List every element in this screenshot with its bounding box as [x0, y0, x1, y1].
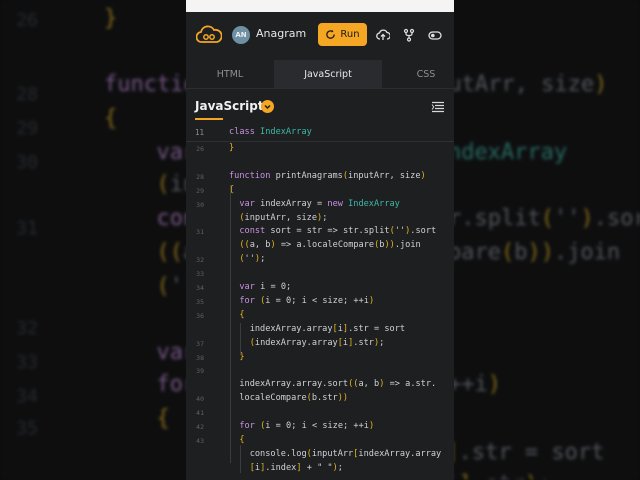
- background-code-line: }: [104, 6, 118, 31]
- tab-javascript[interactable]: JavaScript: [274, 60, 382, 88]
- run-button[interactable]: Run: [318, 23, 367, 46]
- background-code-line: {: [156, 406, 170, 431]
- code-line: indexArray.array[i].str = sort: [249, 323, 406, 334]
- indent-guide: [240, 323, 241, 355]
- line-number: 39: [196, 367, 204, 376]
- line-number: 38: [196, 353, 204, 362]
- editor-tabs: HTML JavaScript CSS: [186, 60, 454, 89]
- code-line: }: [239, 351, 245, 362]
- line-number: 34: [196, 284, 204, 292]
- line-number: 35: [196, 297, 204, 306]
- code-line: {: [239, 309, 245, 320]
- code-line: var i = 0;: [239, 282, 292, 292]
- line-number: 41: [196, 409, 204, 418]
- tab-html[interactable]: HTML: [186, 60, 274, 88]
- language-bar: JavaScript: [186, 89, 454, 123]
- background-line-number: 34: [16, 386, 38, 407]
- background-line-number: 29: [16, 118, 38, 139]
- background-code-line: {: [104, 106, 118, 131]
- line-number: 26: [196, 145, 204, 153]
- run-label: Run: [340, 29, 360, 40]
- language-title: JavaScript: [195, 99, 264, 113]
- phone-screen: AN Anagram Run HTML JavaScript CSS JavaS…: [186, 0, 454, 480]
- language-dropdown[interactable]: [261, 100, 274, 113]
- project-name[interactable]: Anagram: [256, 27, 306, 40]
- line-number: 40: [196, 395, 204, 404]
- code-line: indexArray.array.sort((a, b) => a.str.: [239, 379, 437, 390]
- line-number: 42: [196, 423, 204, 431]
- codepen-cloud-logo-icon[interactable]: [196, 25, 222, 45]
- background-line-number: 33: [16, 352, 38, 373]
- code-editor[interactable]: 26} 28 function printAnagrams(inputArr, si…: [186, 123, 454, 480]
- app-header: AN Anagram Run: [186, 12, 454, 60]
- code-line: (inputArr, size);: [239, 212, 328, 223]
- code-line: ('');: [239, 254, 266, 265]
- line-number: 32: [196, 256, 204, 265]
- sticky-code: class IndexArray: [229, 127, 312, 137]
- line-number: 31: [196, 228, 204, 237]
- line-number: 36: [196, 311, 204, 320]
- sticky-scroll-header: 11 class IndexArray: [186, 123, 454, 142]
- code-line: localeCompare(b.str)): [239, 393, 349, 404]
- indent-guide: [240, 445, 241, 473]
- background-line-number: 31: [16, 218, 38, 239]
- background-line-number: 32: [16, 318, 38, 339]
- indent-guide: [230, 185, 231, 463]
- line-number: 33: [196, 270, 204, 279]
- toggle-icon[interactable]: [428, 28, 442, 42]
- chevron-down-icon: [264, 104, 271, 110]
- code-line: console.log(inputArr[indexArray.array: [249, 448, 442, 459]
- code-line: for (i = 0; i < size; ++i): [239, 421, 375, 431]
- code-line: function printAnagrams(inputArr, size): [229, 170, 426, 181]
- code-line: [i].index] + " ");: [249, 462, 343, 473]
- line-number: 37: [196, 339, 204, 348]
- cloud-upload-icon[interactable]: [376, 28, 390, 42]
- avatar[interactable]: AN: [232, 26, 250, 44]
- background-line-number: 26: [16, 10, 38, 31]
- sticky-keyword: class: [229, 127, 261, 137]
- background-line-number: 35: [16, 418, 38, 439]
- line-number: 30: [196, 200, 204, 209]
- background-line-number: 30: [16, 152, 38, 173]
- line-number: 28: [196, 172, 204, 181]
- code-line: for (i = 0; i < size; ++i): [239, 295, 375, 306]
- sticky-line-number: 11: [194, 128, 204, 137]
- fork-icon[interactable]: [402, 28, 416, 42]
- code-line: ((a, b) => a.localeCompare(b)).join: [239, 240, 421, 251]
- tab-css[interactable]: CSS: [382, 60, 454, 88]
- code-line: {: [239, 434, 245, 445]
- line-number: 43: [196, 436, 204, 445]
- background-line-number: 28: [16, 84, 38, 105]
- line-number: 29: [196, 186, 204, 195]
- code-line: var indexArray = new IndexArray: [239, 198, 400, 209]
- status-strip: [186, 0, 454, 12]
- language-underline: [195, 118, 223, 120]
- code-line: }: [229, 143, 235, 153]
- sticky-class-name: IndexArray: [260, 127, 312, 137]
- code-line: (indexArray.array[i].str);: [249, 337, 385, 348]
- format-lines-icon[interactable]: [431, 101, 445, 113]
- code-line: const sort = str => str.split('').sort: [239, 226, 437, 237]
- refresh-icon: [326, 29, 336, 39]
